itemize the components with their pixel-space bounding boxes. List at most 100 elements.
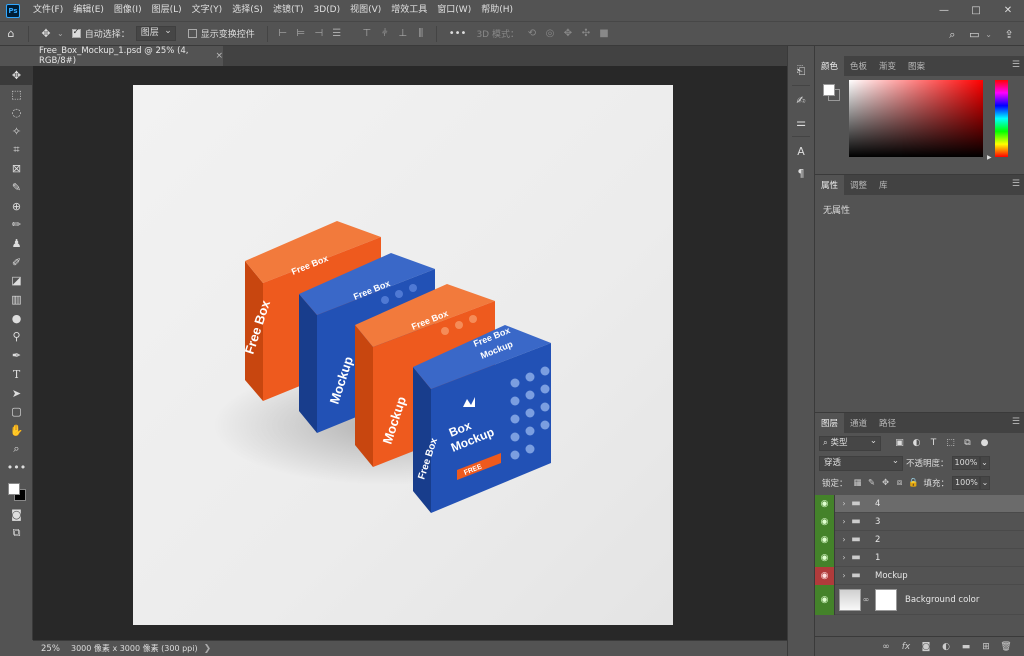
layer-kind-filter[interactable]: ⌕ 类型 (819, 435, 881, 451)
healing-brush-tool-icon[interactable]: ⊕ (0, 197, 33, 216)
panel-menu-icon[interactable]: ☰ (1012, 179, 1020, 189)
history-brush-tool-icon[interactable]: ✐ (0, 253, 33, 272)
shape-filter-icon[interactable]: ⬚ (942, 438, 959, 448)
brush-tool-icon[interactable]: ✏ (0, 216, 33, 235)
crop-tool-icon[interactable]: ⌗ (0, 141, 33, 160)
minimize-button[interactable]: — (928, 0, 960, 21)
new-layer-icon[interactable]: ⊞ (976, 642, 996, 652)
visibility-eye-icon[interactable]: ◉ (815, 494, 835, 513)
tab-channels[interactable]: 通道 (844, 413, 873, 433)
zoom-level-field[interactable]: 25% (33, 644, 67, 654)
frame-tool-icon[interactable]: ⊠ (0, 159, 33, 178)
workspace-icon[interactable]: ▭ (963, 24, 985, 46)
rectangle-tool-icon[interactable]: ▢ (0, 402, 33, 421)
lock-pixels-icon[interactable]: ✎ (865, 478, 879, 488)
align-middle-v-icon[interactable]: ⫩ (376, 28, 394, 39)
blend-mode-dropdown[interactable]: 穿透 (819, 455, 903, 471)
type-filter-icon[interactable]: T (925, 438, 942, 448)
eraser-tool-icon[interactable]: ◪ (0, 272, 33, 291)
opacity-dropdown[interactable]: ⌄ (979, 456, 990, 470)
smart-object-filter-icon[interactable]: ⧉ (959, 438, 976, 448)
layer-row[interactable]: ◉ › ▬ 1 (815, 548, 1024, 567)
menu-window[interactable]: 窗口(W) (432, 0, 476, 21)
layer-row[interactable]: ◉ › ▬ 2 (815, 530, 1024, 549)
filter-toggle-icon[interactable]: ● (976, 438, 993, 448)
expand-chevron-icon[interactable]: › (839, 571, 849, 580)
menu-filter[interactable]: 滤镜(T) (268, 0, 309, 21)
layer-row[interactable]: ◉ ∞ Background color (815, 584, 1024, 615)
magic-wand-tool-icon[interactable]: ✧ (0, 122, 33, 141)
3d-scale-icon[interactable]: ■ (595, 28, 613, 39)
foreground-color-swatch[interactable] (8, 483, 20, 496)
expand-chevron-icon[interactable]: › (839, 553, 849, 562)
close-tab-icon[interactable]: × (215, 51, 223, 61)
tab-patterns[interactable]: 图案 (902, 56, 931, 76)
canvas-area[interactable]: Free Box Free Box Mockup Free Box Mockup… (33, 66, 787, 640)
visibility-eye-icon[interactable]: ◉ (815, 566, 835, 585)
tab-layers[interactable]: 图层 (815, 413, 845, 433)
adjustments-icon[interactable]: ⚌ (788, 111, 814, 133)
fill-dropdown[interactable]: ⌄ (980, 476, 991, 490)
expand-chevron-icon[interactable]: › (839, 517, 849, 526)
visibility-eye-icon[interactable]: ◉ (815, 530, 835, 549)
add-mask-icon[interactable]: ◙ (916, 642, 936, 652)
character-panel-icon[interactable]: A (788, 140, 814, 162)
tab-swatches[interactable]: 色板 (844, 56, 873, 76)
hand-tool-icon[interactable]: ✋ (0, 421, 33, 440)
align-center-h-icon[interactable]: ⊨ (292, 28, 310, 39)
3d-roll-icon[interactable]: ◎ (541, 28, 559, 39)
expand-chevron-icon[interactable]: › (839, 535, 849, 544)
new-group-icon[interactable]: ▬ (956, 642, 976, 652)
eyedropper-tool-icon[interactable]: ✎ (0, 178, 33, 197)
distribute-h-icon[interactable]: ☰ (328, 28, 346, 39)
move-tool-icon[interactable]: ✥ (0, 66, 33, 85)
lock-artboard-icon[interactable]: ⧈ (893, 478, 907, 488)
menu-help[interactable]: 帮助(H) (476, 0, 518, 21)
visibility-eye-icon[interactable]: ◉ (815, 584, 835, 615)
panel-menu-icon[interactable]: ☰ (1012, 417, 1020, 427)
search-icon[interactable]: ⌕ (941, 24, 963, 46)
layer-row[interactable]: ◉ › ▬ Mockup (815, 566, 1024, 585)
gradient-tool-icon[interactable]: ▥ (0, 290, 33, 309)
move-tool-icon[interactable]: ✥ (35, 23, 57, 45)
pixel-filter-icon[interactable]: ▣ (891, 438, 908, 448)
tab-adjustments[interactable]: 调整 (844, 175, 873, 195)
menu-3d[interactable]: 3D(D) (308, 0, 345, 21)
maximize-button[interactable]: □ (960, 0, 992, 21)
layer-row[interactable]: ◉ › ▬ 4 (815, 494, 1024, 513)
visibility-eye-icon[interactable]: ◉ (815, 512, 835, 531)
menu-edit[interactable]: 编辑(E) (68, 0, 109, 21)
align-top-icon[interactable]: ⊤ (358, 28, 376, 39)
align-left-icon[interactable]: ⊢ (274, 28, 292, 39)
show-transform-option[interactable]: 显示变换控件 (187, 27, 255, 40)
tab-libraries[interactable]: 库 (873, 175, 894, 195)
lasso-tool-icon[interactable]: ◌ (0, 103, 33, 122)
pen-tool-icon[interactable]: ✒ (0, 346, 33, 365)
saturation-brightness-field[interactable] (849, 80, 983, 157)
hue-slider[interactable] (995, 80, 1008, 157)
align-bottom-icon[interactable]: ⊥ (394, 28, 412, 39)
tool-preset-chevron-icon[interactable]: ⌄ (57, 29, 64, 38)
document-canvas[interactable]: Free Box Free Box Mockup Free Box Mockup… (133, 85, 673, 625)
document-info[interactable]: 3000 像素 x 3000 像素 (300 ppi) (67, 643, 198, 654)
color-swatches[interactable] (0, 477, 33, 505)
share-icon[interactable]: ⇪ (998, 24, 1020, 46)
paragraph-panel-icon[interactable]: ¶ (788, 162, 814, 184)
menu-layer[interactable]: 图层(L) (147, 0, 187, 21)
expand-chevron-icon[interactable]: › (839, 499, 849, 508)
tab-paths[interactable]: 路径 (873, 413, 902, 433)
layer-row[interactable]: ◉ › ▬ 3 (815, 512, 1024, 531)
lock-all-icon[interactable]: 🔒 (907, 478, 921, 488)
auto-select-option[interactable]: 自动选择： (71, 27, 130, 40)
quick-mask-icon[interactable]: ◙ (0, 505, 33, 524)
menu-image[interactable]: 图像(I) (109, 0, 147, 21)
opacity-field[interactable]: 100% (951, 456, 980, 470)
lock-position-icon[interactable]: ✥ (879, 478, 893, 488)
menu-view[interactable]: 视图(V) (345, 0, 386, 21)
panel-menu-icon[interactable]: ☰ (1012, 60, 1020, 70)
show-transform-checkbox[interactable] (187, 29, 197, 38)
auto-select-target-dropdown[interactable]: 图层 (135, 25, 176, 41)
menu-select[interactable]: 选择(S) (227, 0, 268, 21)
blur-tool-icon[interactable]: ● (0, 309, 33, 328)
type-tool-icon[interactable]: T (0, 365, 33, 384)
